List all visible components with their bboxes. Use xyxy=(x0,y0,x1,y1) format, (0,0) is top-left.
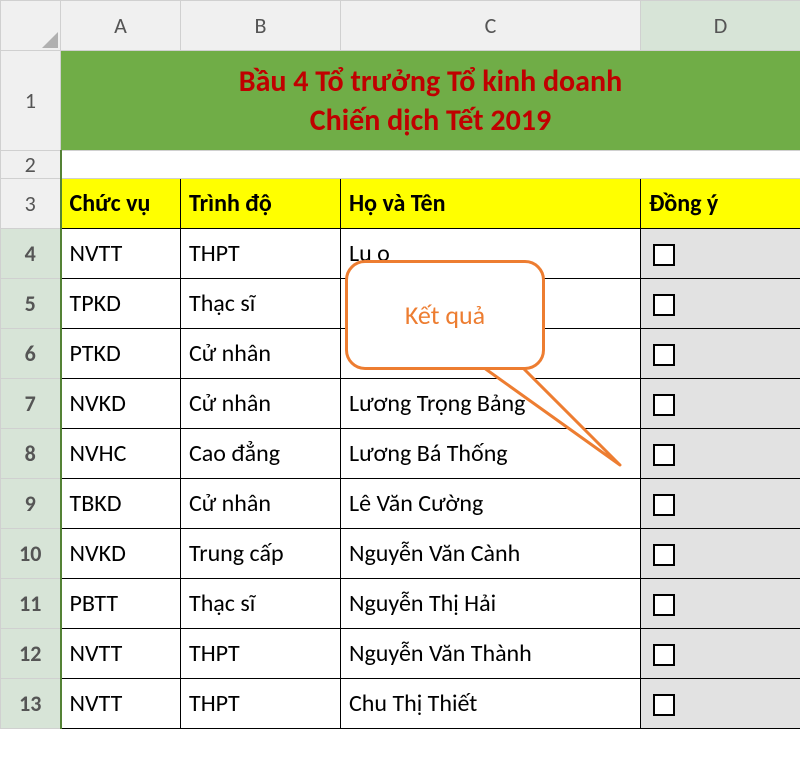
row-header-9[interactable]: 9 xyxy=(1,479,61,529)
title-line1: Bầu 4 Tổ trưởng Tổ kinh doanh xyxy=(61,62,800,101)
row-header-1[interactable]: 1 xyxy=(1,51,61,151)
header-chucvu[interactable]: Chức vụ xyxy=(61,179,181,229)
cell-D8[interactable] xyxy=(641,429,800,479)
cell-A10[interactable]: NVKD xyxy=(61,529,181,579)
title-line2: Chiến dịch Tết 2019 xyxy=(61,101,800,140)
cell-D6[interactable] xyxy=(641,329,800,379)
cell-A8[interactable]: NVHC xyxy=(61,429,181,479)
cell-B7[interactable]: Cử nhân xyxy=(181,379,341,429)
cell-A5[interactable]: TPKD xyxy=(61,279,181,329)
cell-A12[interactable]: NVTT xyxy=(61,629,181,679)
cell-C11[interactable]: Nguyễn Thị Hải xyxy=(341,579,641,629)
row-7: 7 NVKD Cử nhân Lương Trọng Bảng xyxy=(1,379,800,429)
cell-D5[interactable] xyxy=(641,279,800,329)
row-header-5[interactable]: 5 xyxy=(1,279,61,329)
cell-A6[interactable]: PTKD xyxy=(61,329,181,379)
checkbox-icon[interactable] xyxy=(653,644,675,666)
row-12: 12 NVTT THPT Nguyễn Văn Thành xyxy=(1,629,800,679)
col-header-D[interactable]: D xyxy=(641,1,800,51)
checkbox-icon[interactable] xyxy=(653,694,675,716)
row-11: 11 PBTT Thạc sĩ Nguyễn Thị Hải xyxy=(1,579,800,629)
row-header-4[interactable]: 4 xyxy=(1,229,61,279)
cell-D13[interactable] xyxy=(641,679,800,729)
checkbox-icon[interactable] xyxy=(653,544,675,566)
row-1: 1 Bầu 4 Tổ trưởng Tổ kinh doanh Chiến dị… xyxy=(1,51,800,151)
column-header-row: A B C D xyxy=(1,1,800,51)
cell-A4[interactable]: NVTT xyxy=(61,229,181,279)
row-header-3[interactable]: 3 xyxy=(1,179,61,229)
cell-B12[interactable]: THPT xyxy=(181,629,341,679)
cell-D12[interactable] xyxy=(641,629,800,679)
select-all-corner[interactable] xyxy=(1,1,61,51)
header-trinhdo[interactable]: Trình độ xyxy=(181,179,341,229)
cell-A11[interactable]: PBTT xyxy=(61,579,181,629)
cell-D11[interactable] xyxy=(641,579,800,629)
cell-A9[interactable]: TBKD xyxy=(61,479,181,529)
col-header-B[interactable]: B xyxy=(181,1,341,51)
row-header-12[interactable]: 12 xyxy=(1,629,61,679)
checkbox-icon[interactable] xyxy=(653,394,675,416)
row-header-6[interactable]: 6 xyxy=(1,329,61,379)
cell-C13[interactable]: Chu Thị Thiết xyxy=(341,679,641,729)
blank-cell[interactable] xyxy=(61,151,800,179)
checkbox-icon[interactable] xyxy=(653,344,675,366)
header-hovaten[interactable]: Họ và Tên xyxy=(341,179,641,229)
row-header-7[interactable]: 7 xyxy=(1,379,61,429)
cell-B13[interactable]: THPT xyxy=(181,679,341,729)
row-8: 8 NVHC Cao đẳng Lương Bá Thống xyxy=(1,429,800,479)
row-header-2[interactable]: 2 xyxy=(1,151,61,179)
callout-text: Kết quả xyxy=(405,299,485,331)
row-3: 3 Chức vụ Trình độ Họ và Tên Đồng ý xyxy=(1,179,800,229)
callout-tail-icon xyxy=(450,360,630,490)
cell-B6[interactable]: Cử nhân xyxy=(181,329,341,379)
cell-B4[interactable]: THPT xyxy=(181,229,341,279)
row-header-8[interactable]: 8 xyxy=(1,429,61,479)
cell-B11[interactable]: Thạc sĩ xyxy=(181,579,341,629)
col-header-C[interactable]: C xyxy=(341,1,641,51)
checkbox-icon[interactable] xyxy=(653,244,675,266)
row-13: 13 NVTT THPT Chu Thị Thiết xyxy=(1,679,800,729)
row-2: 2 xyxy=(1,151,800,179)
cell-A13[interactable]: NVTT xyxy=(61,679,181,729)
cell-B9[interactable]: Cử nhân xyxy=(181,479,341,529)
cell-D9[interactable] xyxy=(641,479,800,529)
row-header-10[interactable]: 10 xyxy=(1,529,61,579)
cell-B5[interactable]: Thạc sĩ xyxy=(181,279,341,329)
cell-C10[interactable]: Nguyễn Văn Cành xyxy=(341,529,641,579)
header-dongy[interactable]: Đồng ý xyxy=(641,179,800,229)
title-cell[interactable]: Bầu 4 Tổ trưởng Tổ kinh doanh Chiến dịch… xyxy=(61,51,800,151)
checkbox-icon[interactable] xyxy=(653,594,675,616)
row-10: 10 NVKD Trung cấp Nguyễn Văn Cành xyxy=(1,529,800,579)
cell-C12[interactable]: Nguyễn Văn Thành xyxy=(341,629,641,679)
row-header-13[interactable]: 13 xyxy=(1,679,61,729)
cell-D10[interactable] xyxy=(641,529,800,579)
row-header-11[interactable]: 11 xyxy=(1,579,61,629)
cell-B10[interactable]: Trung cấp xyxy=(181,529,341,579)
cell-D7[interactable] xyxy=(641,379,800,429)
cell-D4[interactable] xyxy=(641,229,800,279)
cell-A7[interactable]: NVKD xyxy=(61,379,181,429)
checkbox-icon[interactable] xyxy=(653,294,675,316)
checkbox-icon[interactable] xyxy=(653,444,675,466)
cell-B8[interactable]: Cao đẳng xyxy=(181,429,341,479)
col-header-A[interactable]: A xyxy=(61,1,181,51)
row-9: 9 TBKD Cử nhân Lê Văn Cường xyxy=(1,479,800,529)
checkbox-icon[interactable] xyxy=(653,494,675,516)
callout-bubble: Kết quả xyxy=(345,260,545,370)
